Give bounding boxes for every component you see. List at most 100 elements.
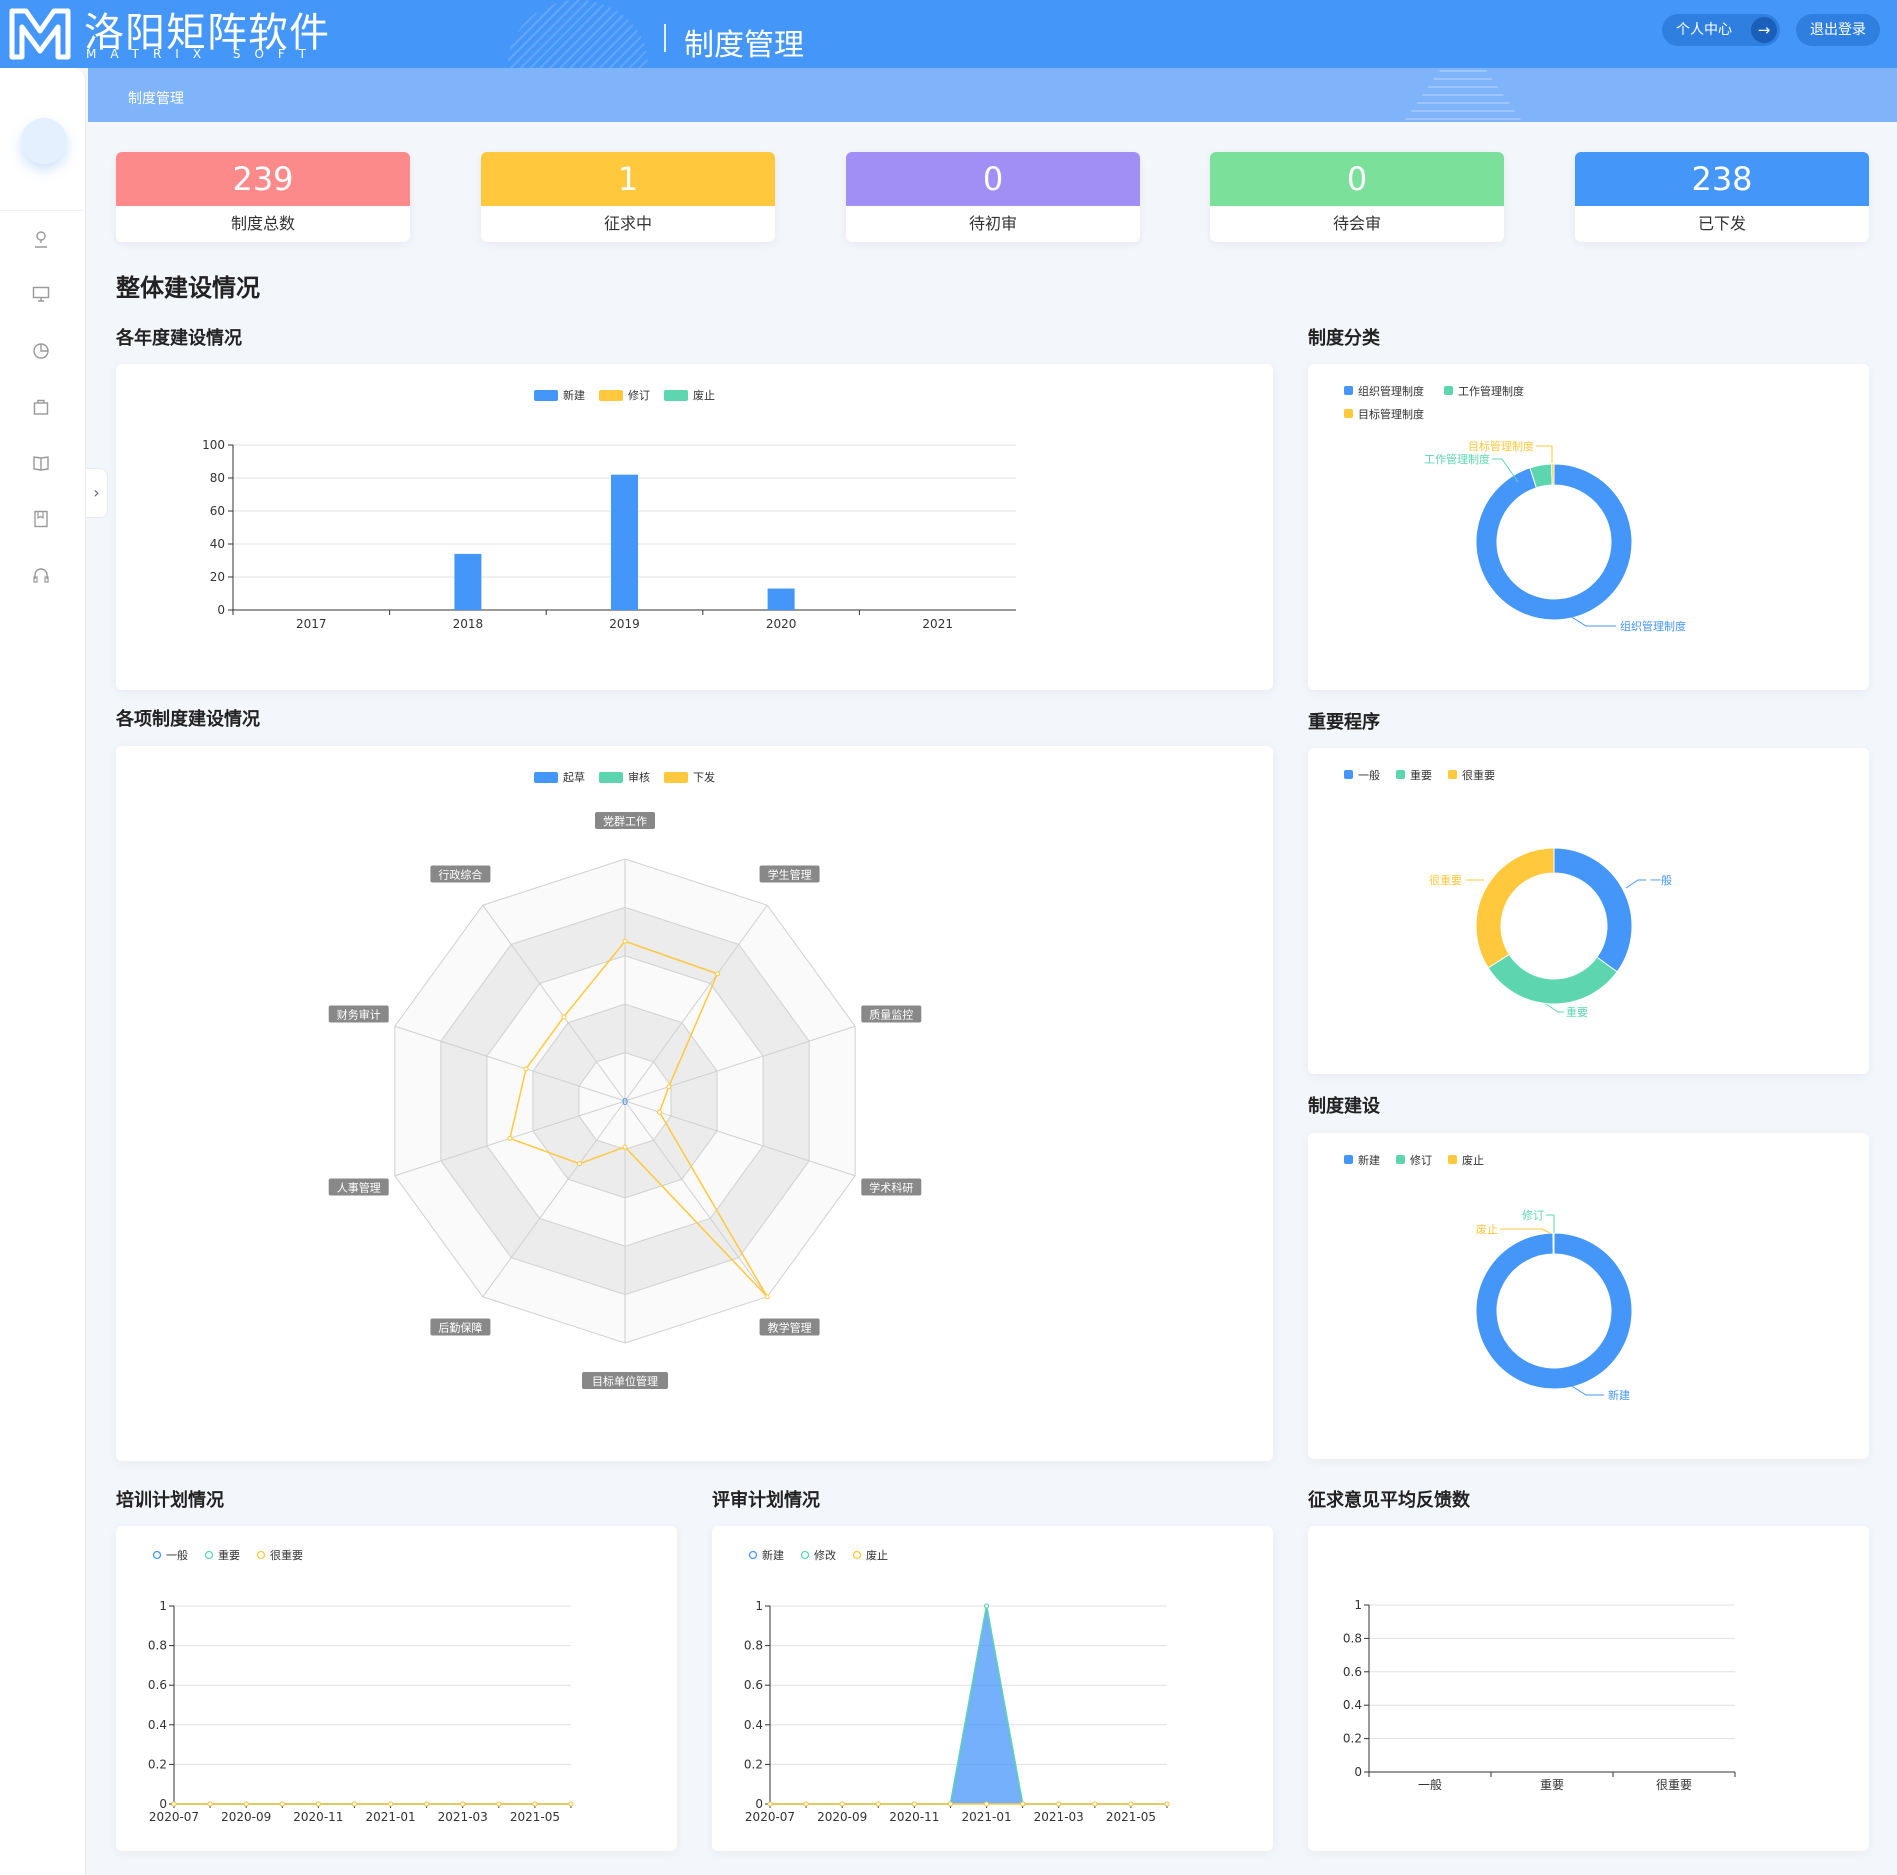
series-point [767,1801,773,1807]
category-donut-chart: 组织管理制度 工作管理制度目标管理制度组织管理制度工作管理制度目标管理制度 [1344,384,1686,633]
indicator-label: 目标单位管理 [592,1374,658,1388]
section-heading-feedback: 征求意见平均反馈数 [1308,1490,1470,1511]
radar-point [764,1294,770,1300]
series-point [1092,1801,1098,1807]
headset-icon[interactable] [30,566,52,588]
y-tick-label: 1 [755,1599,763,1613]
top-header: 洛阳矩阵软件 MATRIX SOFT 制度管理 个人中心 → 退出登录 [0,0,1897,68]
feedback-chart-card: 0 0.2 0.4 0.6 0.8 1 一般 重要 很重要 [1308,1526,1869,1851]
stat-label: 待会审 [1332,214,1381,233]
series-point [1164,1801,1170,1807]
sidebar-toggle-button[interactable]: › [86,468,108,518]
review-chart-card: 新建 修改 废止 0 0.2 0.4 0.6 0.8 1 2020-07 2020-09 2020-1… [712,1526,1273,1851]
section-heading-training: 培训计划情况 [116,1490,224,1511]
x-tick-label: 2020-09 [221,1810,271,1824]
legend-marker [534,772,558,783]
legend-marker [1448,770,1457,779]
legend-label: 起草 [563,771,585,784]
bag-icon[interactable] [30,398,52,420]
legend-label: 工作管理制度 [1458,384,1524,398]
stat-card-soliciting[interactable]: 1 征求中 [481,152,775,242]
legend-label: 新建 [762,1548,784,1562]
legend-marker [748,1550,758,1560]
items-chart-card: 起草 审核 下发 党群工作 学生管理 质量监控 学术科研 教学管理 目标单位管理 后勤保障 人事管理… [116,746,1273,1461]
series-point [947,1801,953,1807]
legend-label: 一般 [166,1549,188,1562]
stat-card-issued[interactable]: 238 已下发 [1575,152,1869,242]
stat-card-total[interactable]: 239 制度总数 [116,152,410,242]
matrix-logo-icon [9,8,71,60]
y-tick-label: 0.2 [1343,1732,1362,1746]
stat-card-pending-first-review[interactable]: 0 待初审 [846,152,1140,242]
logout-button[interactable]: 退出登录 [1796,14,1880,46]
radar-point [714,971,720,977]
notebook-icon[interactable] [30,510,52,532]
donut-slice [1475,847,1555,969]
sidebar [0,68,86,1875]
page-title: 制度管理 [684,28,804,63]
x-tick-label: 2020-11 [889,1810,939,1824]
stat-card-pending-joint-review[interactable]: 0 待会审 [1210,152,1504,242]
legend-marker [800,1550,810,1560]
stat-label: 征求中 [603,214,652,233]
series-point [984,1603,990,1609]
importance-chart-card: 一般 重要 很重要 一般 重要 很重要 [1308,748,1869,1074]
pie-icon[interactable] [30,342,52,364]
bar [767,588,795,610]
legend-marker [1344,770,1353,779]
y-tick-label: 80 [210,471,225,485]
slice-label: 废止 [1476,1222,1498,1236]
y-tick-label: 1 [159,1599,167,1613]
y-tick-label: 0.8 [1343,1631,1362,1645]
radar-point [576,1161,582,1167]
y-tick-label: 0.4 [744,1718,763,1732]
x-tick-label: 2021-05 [1106,1810,1156,1824]
legend-label: 废止 [693,388,715,402]
x-tick-label: 2021-03 [1034,1810,1084,1824]
slice-label: 很重要 [1429,873,1462,887]
y-tick-label: 60 [210,504,225,518]
radar-point [666,1084,672,1090]
legend-label: 新建 [1358,1153,1380,1167]
x-tick-label: 2021-01 [365,1810,415,1824]
x-tick-label: 2020-09 [817,1810,867,1824]
series-point [388,1801,394,1807]
y-tick-label: 20 [210,570,225,584]
y-tick-label: 0.6 [744,1678,763,1692]
review-area-chart: 新建 修改 废止 0 0.2 0.4 0.6 0.8 1 2020-07 2020-09 2020-1… [744,1548,1170,1824]
monitor-icon[interactable] [30,286,52,308]
category-chart-card: 组织管理制度 工作管理制度 目标管理制度 组织管理制度 工作管理制度 目标管理制度 [1308,364,1869,690]
importance-donut-chart: 一般 重要 很重要一般重要很重要 [1344,768,1672,1019]
breadcrumb[interactable]: 制度管理 [128,88,184,108]
user-icon[interactable] [30,230,52,252]
section-heading-overall: 整体建设情况 [116,274,260,302]
series-point [171,1801,177,1807]
y-tick-label: 0.2 [744,1757,763,1771]
legend-marker [1444,386,1453,395]
legend-marker [152,1550,162,1560]
legend-marker [534,390,558,401]
y-tick-label: 40 [210,537,225,551]
indicator-label: 学生管理 [768,867,812,881]
legend-label: 重要 [1410,768,1432,782]
slice-label: 修订 [1522,1208,1544,1222]
slice-label: 工作管理制度 [1424,452,1490,466]
user-center-button[interactable]: 个人中心 → [1662,14,1780,46]
avatar[interactable] [21,118,67,164]
label-line [1536,445,1553,463]
annual-bar-chart: 新建 修订 废止 0 20 40 60 80 100 2017 2018 2019 2020 2021 [202,388,1016,631]
book-icon[interactable] [30,454,52,476]
legend-label: 审核 [628,770,650,784]
donut-slice [1551,463,1555,486]
indicator-label: 质量监控 [869,1007,913,1021]
legend-label: 修订 [1410,1153,1432,1167]
y-tick-label: 0 [755,1797,763,1811]
indicator-label: 财务审计 [337,1007,381,1021]
series-point [424,1801,430,1807]
series-point [279,1801,285,1807]
legend-label: 一般 [1358,769,1380,782]
y-tick-label: 0.4 [1343,1698,1362,1712]
legend-marker [1344,409,1353,418]
section-heading-review: 评审计划情况 [712,1490,820,1511]
header-decoration [508,0,648,68]
